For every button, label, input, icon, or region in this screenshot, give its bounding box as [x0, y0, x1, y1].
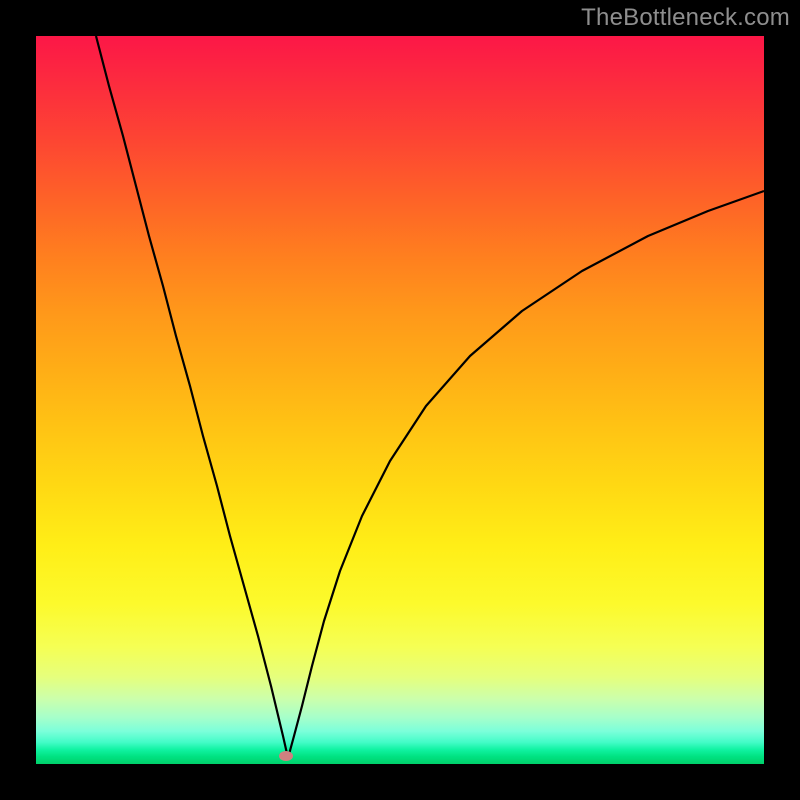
bottleneck-curve — [36, 36, 764, 764]
optimal-point-marker — [279, 751, 293, 761]
plot-area — [36, 36, 764, 764]
chart-frame: TheBottleneck.com — [0, 0, 800, 800]
watermark-text: TheBottleneck.com — [581, 4, 790, 32]
